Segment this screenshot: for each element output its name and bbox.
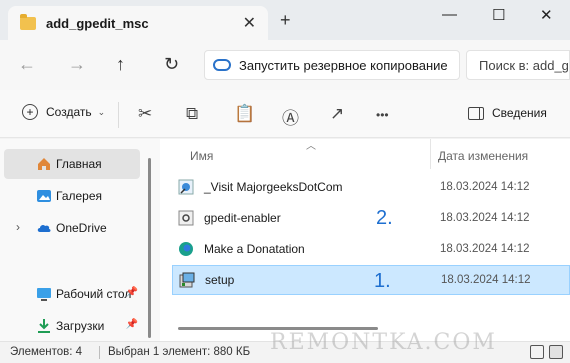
file-name: Make a Donatation bbox=[204, 242, 305, 256]
file-name: setup bbox=[205, 273, 235, 287]
paste-icon[interactable]: 📋 bbox=[234, 104, 255, 124]
expand-chevron-icon[interactable]: › bbox=[16, 220, 20, 234]
address-text: Запустить резервное копирование bbox=[239, 57, 448, 73]
sidebar-item-home[interactable]: Главная bbox=[4, 149, 140, 179]
tab-title: add_gpedit_msc bbox=[46, 15, 149, 31]
sidebar-item-gallery[interactable]: Галерея bbox=[4, 181, 140, 211]
table-row[interactable]: _Visit MajorgeeksDotCom 18.03.2024 14:12 bbox=[172, 172, 570, 202]
details-label: Сведения bbox=[492, 106, 547, 120]
file-date: 18.03.2024 14:12 bbox=[440, 181, 530, 193]
plus-icon: + bbox=[22, 104, 38, 120]
file-date: 18.03.2024 14:12 bbox=[440, 212, 530, 224]
table-row[interactable]: Make a Donatation 18.03.2024 14:12 bbox=[172, 234, 570, 264]
table-row[interactable]: gpedit-enabler 18.03.2024 14:12 bbox=[172, 203, 570, 233]
rename-icon[interactable]: Ⓐ bbox=[282, 104, 299, 129]
close-window-button[interactable]: ✕ bbox=[540, 6, 553, 24]
toolbar-divider bbox=[118, 102, 119, 128]
sidebar-item-label: Рабочий стол bbox=[56, 287, 132, 301]
cut-icon[interactable]: ✂ bbox=[138, 104, 152, 124]
cloud-icon bbox=[37, 224, 51, 232]
annotation-marker-1: 1. bbox=[374, 270, 391, 292]
item-count: Элементов: 4 bbox=[10, 346, 83, 358]
sidebar-item-label: OneDrive bbox=[56, 221, 107, 235]
sort-ascending-icon: ︿ bbox=[306, 141, 316, 152]
setup-icon bbox=[179, 272, 195, 288]
navigation-pane: Главная Галерея › OneDrive Рабочий стол … bbox=[0, 139, 160, 341]
search-input[interactable]: Поиск в: add_gpedit_msc bbox=[466, 50, 570, 80]
onedrive-cloud-icon bbox=[213, 59, 231, 71]
title-bar: add_gpedit_msc ✕ + — ☐ ✕ bbox=[0, 0, 570, 40]
column-divider[interactable] bbox=[430, 139, 431, 169]
watermark-text: REMONTKA.COM bbox=[270, 330, 497, 355]
minimize-button[interactable]: — bbox=[442, 6, 457, 23]
status-separator bbox=[99, 346, 100, 359]
details-view-button[interactable] bbox=[530, 345, 544, 359]
tab-close-icon[interactable]: ✕ bbox=[243, 13, 256, 33]
sidebar-item-onedrive[interactable]: › OneDrive bbox=[4, 213, 140, 243]
downloads-icon bbox=[38, 319, 50, 333]
folder-icon bbox=[20, 13, 36, 30]
column-header-name[interactable]: Имя bbox=[190, 149, 213, 163]
annotation-marker-2: 2. bbox=[376, 207, 393, 229]
maximize-button[interactable]: ☐ bbox=[492, 6, 505, 24]
tab-add-gpedit-msc[interactable]: add_gpedit_msc ✕ bbox=[8, 6, 268, 40]
internet-shortcut-icon bbox=[178, 179, 194, 195]
large-icons-view-button[interactable] bbox=[549, 345, 563, 359]
create-button[interactable]: + Создать ⌄ bbox=[22, 104, 105, 120]
gallery-icon bbox=[37, 190, 51, 202]
back-button[interactable]: ← bbox=[18, 54, 36, 75]
sidebar-item-desktop[interactable]: Рабочий стол 📌 bbox=[4, 279, 140, 309]
script-file-icon bbox=[178, 210, 194, 226]
file-name: _Visit MajorgeeksDotCom bbox=[204, 180, 343, 194]
table-row-selected[interactable]: setup 18.03.2024 14:12 bbox=[172, 265, 570, 295]
chevron-down-icon: ⌄ bbox=[97, 106, 106, 117]
details-button[interactable]: Сведения bbox=[468, 106, 547, 120]
file-date: 18.03.2024 14:12 bbox=[440, 243, 530, 255]
sidebar-scrollbar[interactable] bbox=[148, 158, 151, 338]
home-icon bbox=[38, 158, 50, 170]
sidebar-item-label: Загрузки bbox=[56, 319, 105, 333]
more-options-icon[interactable]: ••• bbox=[376, 108, 389, 122]
details-pane-icon bbox=[468, 106, 484, 120]
navigation-bar: ← → ↑ ↻ Запустить резервное копирование … bbox=[0, 40, 570, 90]
up-button[interactable]: ↑ bbox=[116, 54, 125, 75]
share-icon[interactable]: ↗ bbox=[330, 104, 344, 124]
copy-icon[interactable]: ⧉ bbox=[186, 104, 198, 124]
file-list: ︿ Имя Дата изменения _Visit MajorgeeksDo… bbox=[160, 139, 570, 341]
new-tab-button[interactable]: + bbox=[280, 10, 291, 31]
file-date: 18.03.2024 14:12 bbox=[441, 274, 531, 286]
selection-info: Выбран 1 элемент: 880 КБ bbox=[108, 346, 251, 358]
create-label: Создать bbox=[46, 105, 92, 119]
pin-icon[interactable]: 📌 bbox=[126, 287, 138, 298]
refresh-button[interactable]: ↻ bbox=[164, 54, 179, 75]
edge-shortcut-icon bbox=[179, 242, 193, 256]
sidebar-item-downloads[interactable]: Загрузки 📌 bbox=[4, 311, 140, 341]
address-bar[interactable]: Запустить резервное копирование bbox=[204, 50, 460, 80]
desktop-icon bbox=[37, 288, 51, 301]
sidebar-item-label: Главная bbox=[56, 157, 102, 171]
pin-icon[interactable]: 📌 bbox=[126, 319, 138, 330]
command-bar: + Создать ⌄ ✂ ⧉ 📋 Ⓐ ↗ ••• Сведения bbox=[0, 90, 570, 138]
file-name: gpedit-enabler bbox=[204, 211, 281, 225]
column-header-date[interactable]: Дата изменения bbox=[438, 149, 528, 163]
forward-button[interactable]: → bbox=[68, 54, 86, 75]
sidebar-item-label: Галерея bbox=[56, 189, 103, 203]
